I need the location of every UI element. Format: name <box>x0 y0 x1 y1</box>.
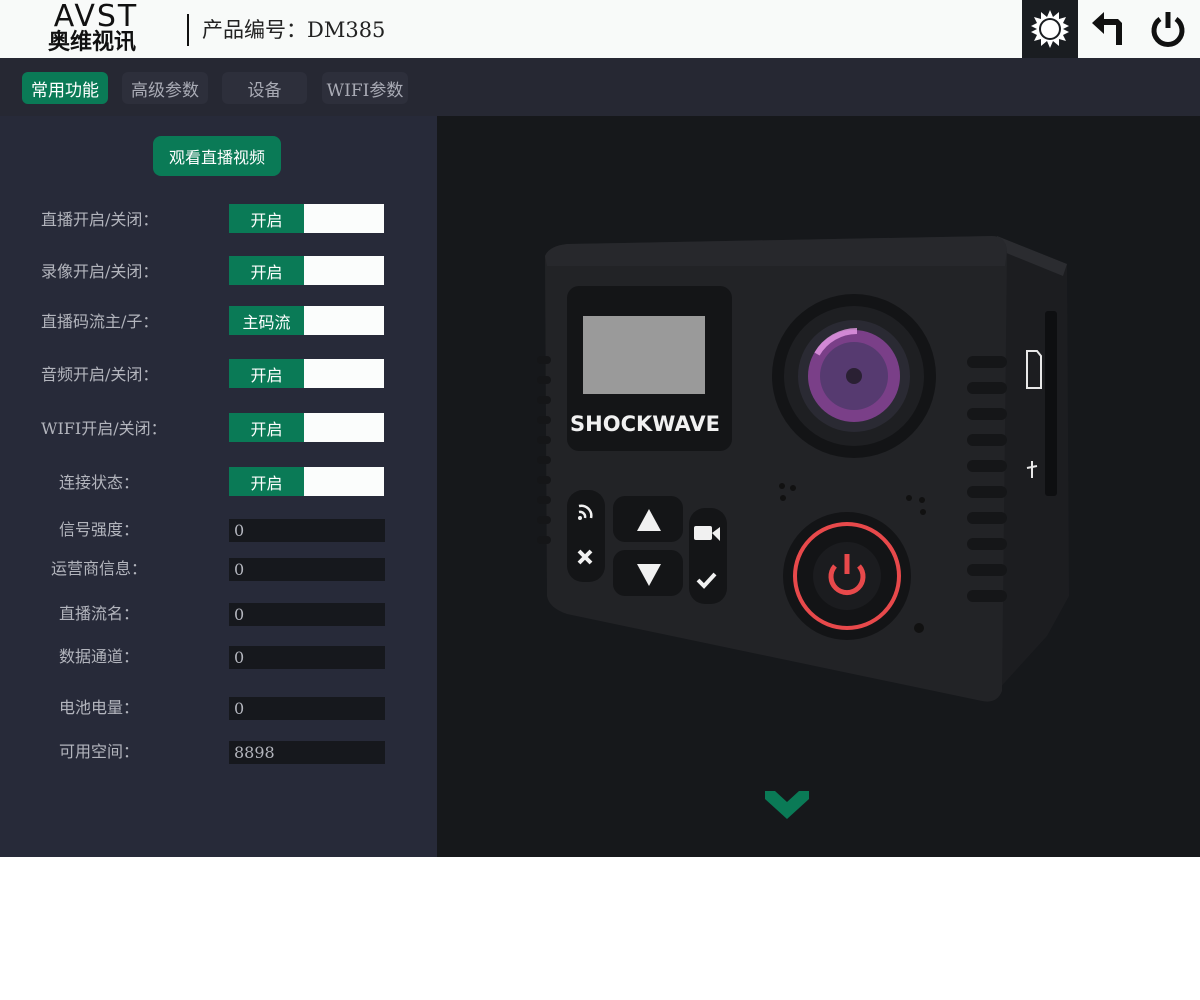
toggle-state: 主码流 <box>229 306 304 335</box>
wifi-toggle-label: WIFI开启/关闭： <box>41 419 167 438</box>
battery-level-field: 0 <box>229 697 385 720</box>
data-channel-field: 0 <box>229 646 385 669</box>
toggle-state: 开启 <box>229 359 304 388</box>
product-number: 产品编号：DM385 <box>202 18 386 42</box>
settings-button[interactable] <box>1022 0 1078 58</box>
signal-strength-label: 信号强度： <box>59 520 140 539</box>
audio-toggle-label: 音频开启/关闭： <box>41 365 159 384</box>
data-channel-label: 数据通道： <box>59 647 140 666</box>
header-divider <box>187 14 189 46</box>
chevron-down-icon[interactable] <box>765 789 809 819</box>
svg-text:AVST: AVST <box>54 0 139 30</box>
audio-toggle[interactable]: 开启 <box>229 359 384 388</box>
carrier-info-label: 运营商信息： <box>51 559 148 578</box>
free-space-label: 可用空间： <box>59 742 140 761</box>
battery-level-label: 电池电量： <box>59 698 140 717</box>
connection-status-toggle[interactable]: 开启 <box>229 467 384 496</box>
back-arrow-icon <box>1092 12 1122 45</box>
toggle-state: 开启 <box>229 256 304 285</box>
signal-strength-field: 0 <box>229 519 385 542</box>
settings-panel: 观看直播视频 直播开启/关闭： 开启 录像开启/关闭： 开启 直播码流主/子： … <box>0 116 437 857</box>
logo-wordmark: AVST <box>54 0 139 30</box>
tab-bar: 常用功能 高级参数 设备 WIFI参数 <box>0 58 1200 116</box>
stream-type-toggle[interactable]: 主码流 <box>229 306 384 335</box>
stream-name-field: 0 <box>229 603 385 626</box>
stream-name-label: 直播流名： <box>59 604 140 623</box>
brand-logo: AVST 奥维视讯 <box>40 0 152 58</box>
toggle-state: 开启 <box>229 467 304 496</box>
tab-device[interactable]: 设备 <box>222 72 307 104</box>
tab-advanced-params[interactable]: 高级参数 <box>122 72 208 104</box>
gear-icon <box>1031 10 1069 48</box>
power-icon <box>1151 12 1185 47</box>
watch-live-video-button[interactable]: 观看直播视频 <box>153 136 281 176</box>
action-camera-image: SHOCKWAVE <box>537 236 1069 702</box>
toggle-state: 开启 <box>229 204 304 233</box>
power-button[interactable] <box>1140 0 1196 58</box>
tab-wifi-params[interactable]: WIFI参数 <box>322 72 408 104</box>
toggle-state: 开启 <box>229 413 304 442</box>
record-toggle[interactable]: 开启 <box>229 256 384 285</box>
logo-cn-text: 奥维视讯 <box>48 30 137 55</box>
back-button[interactable] <box>1080 0 1136 58</box>
camera-brand-text: SHOCKWAVE <box>570 412 720 436</box>
device-preview-panel: SHOCKWAVE <box>437 116 1200 857</box>
live-toggle[interactable]: 开启 <box>229 204 384 233</box>
carrier-info-field: 0 <box>229 558 385 581</box>
stream-type-label: 直播码流主/子： <box>41 312 159 331</box>
wifi-toggle[interactable]: 开启 <box>229 413 384 442</box>
tab-common-functions[interactable]: 常用功能 <box>22 72 108 104</box>
free-space-field: 8898 <box>229 741 385 764</box>
live-toggle-label: 直播开启/关闭： <box>41 210 159 229</box>
connection-status-label: 连接状态： <box>59 473 140 492</box>
record-toggle-label: 录像开启/关闭： <box>41 262 159 281</box>
header: AVST 奥维视讯 产品编号：DM385 <box>0 0 1200 58</box>
